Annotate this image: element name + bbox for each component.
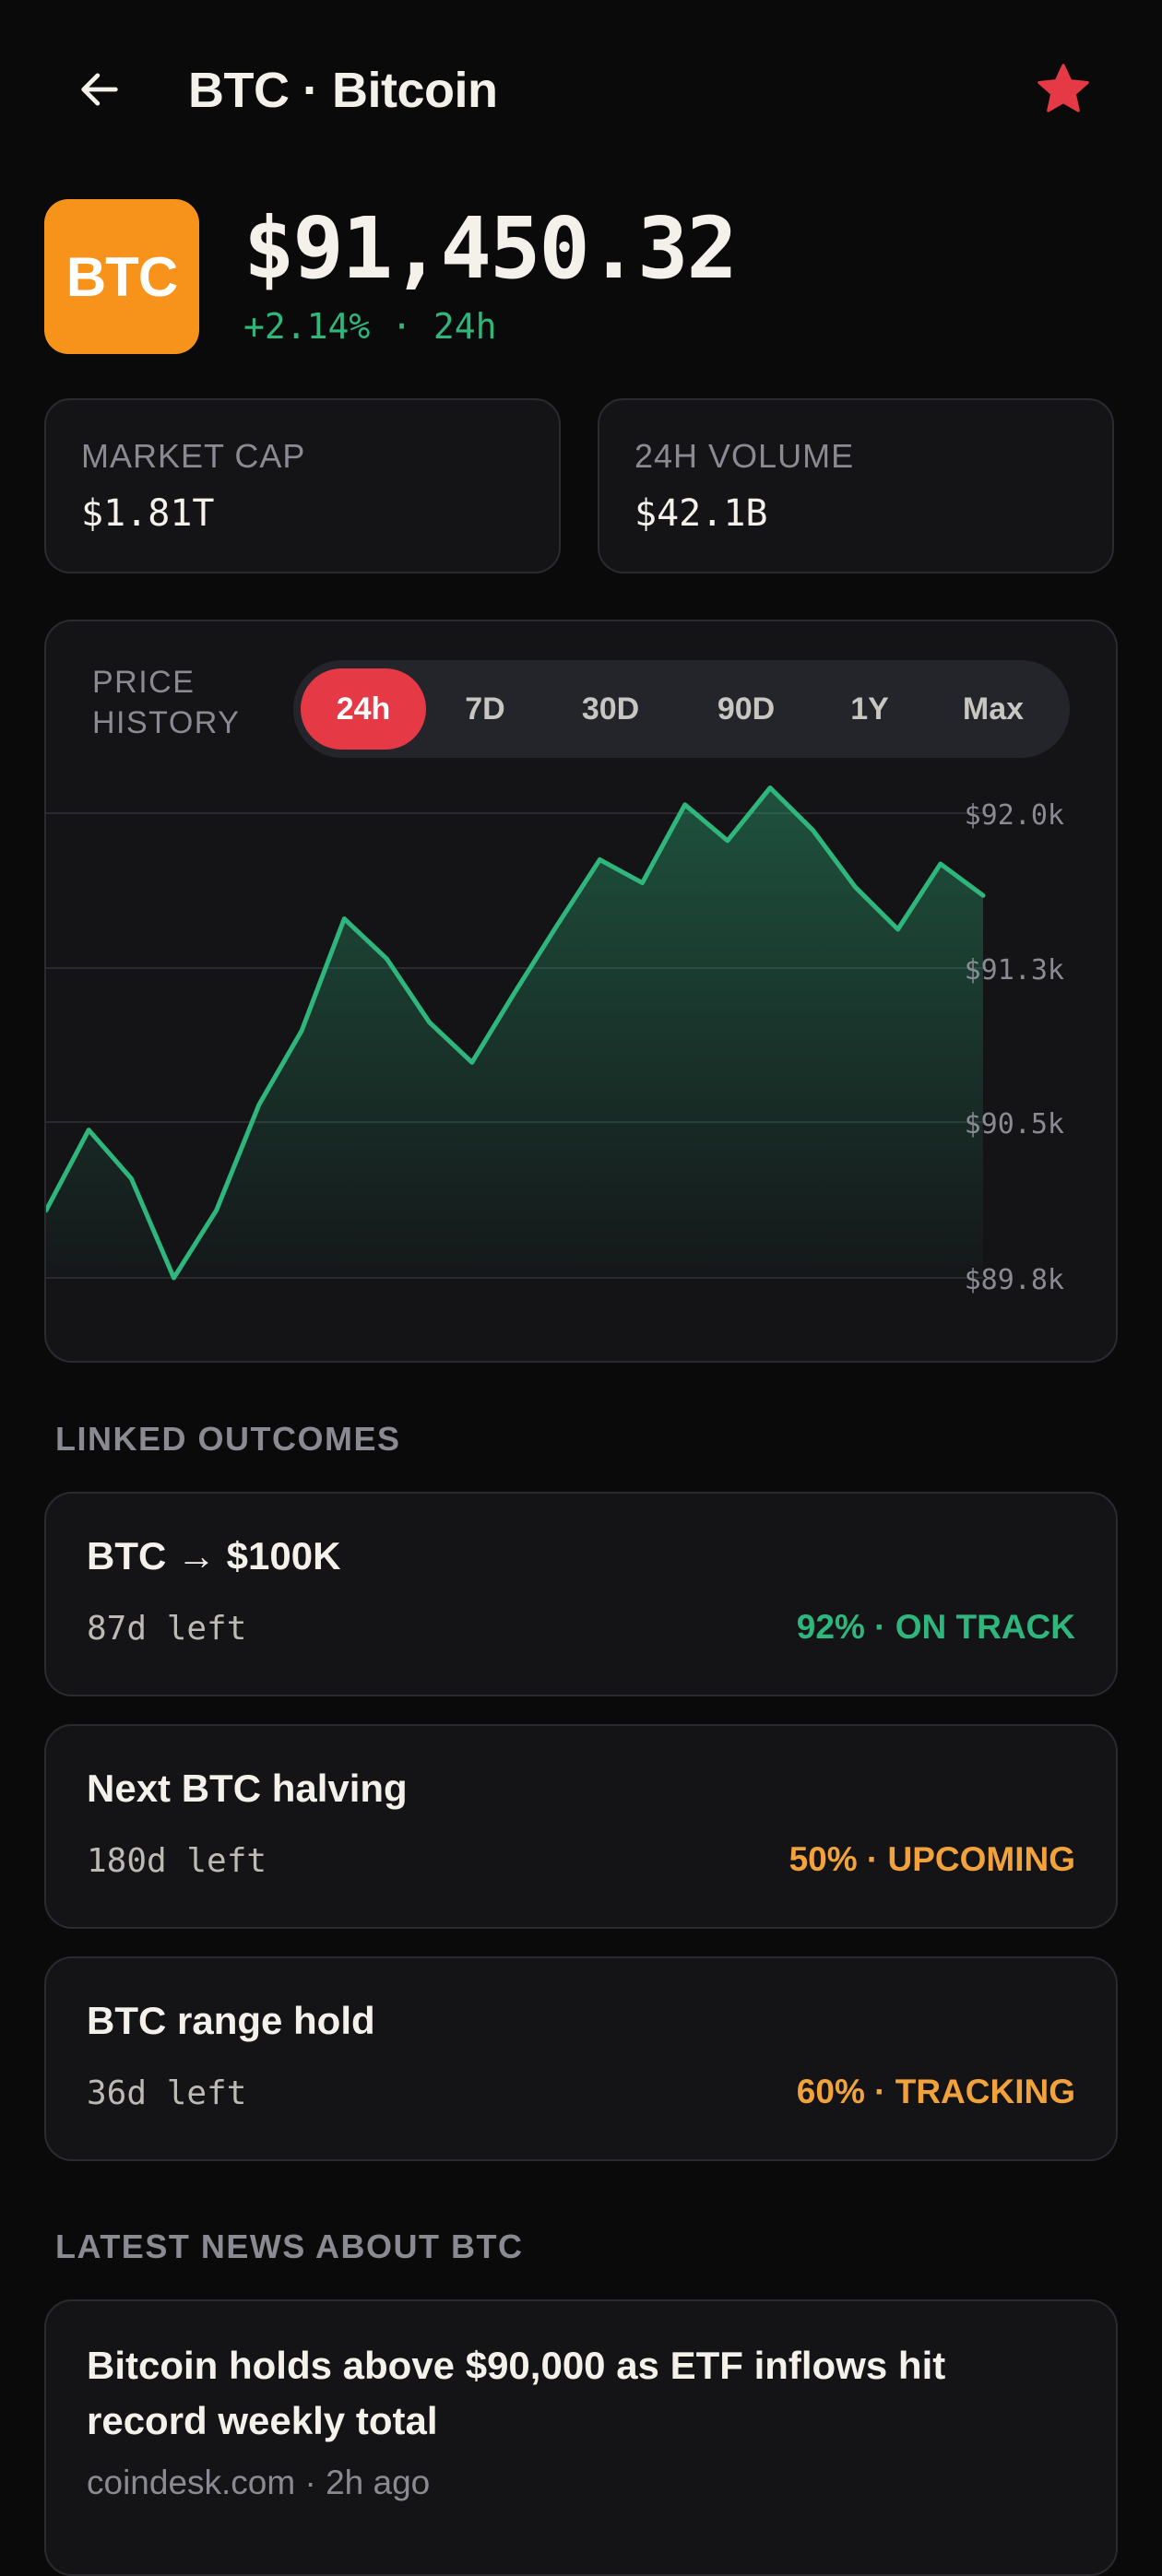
news-card[interactable]: Bitcoin holds above $90,000 as ETF inflo… bbox=[44, 2299, 1118, 2576]
page-title: BTC · Bitcoin bbox=[188, 63, 498, 118]
volume-card: 24H VOLUME $42.1B bbox=[598, 398, 1114, 573]
current-price: $91,450.32 bbox=[243, 199, 738, 298]
y-tick-label: $90.5k bbox=[965, 1108, 1064, 1140]
back-button[interactable] bbox=[65, 57, 135, 122]
news-meta: coindesk.com · 2h ago bbox=[87, 2464, 431, 2501]
tab-24h[interactable]: 24h bbox=[301, 668, 426, 750]
outcome-time-left: 87d left bbox=[87, 1610, 247, 1648]
tab-7d[interactable]: 7D bbox=[426, 668, 544, 750]
outcome-status: 50% · UPCOMING bbox=[788, 1840, 1075, 1878]
outcome-card[interactable]: Next BTC halving 180d left 50% · UPCOMIN… bbox=[44, 1724, 1118, 1929]
price-area bbox=[46, 787, 983, 1278]
star-icon bbox=[1038, 64, 1089, 112]
favorite-button[interactable] bbox=[1026, 57, 1101, 122]
outcome-name: Next BTC halving bbox=[87, 1767, 408, 1810]
top-bar: BTC · Bitcoin bbox=[0, 0, 1162, 175]
market-cap-value: $1.81T bbox=[81, 492, 215, 535]
tab-90d[interactable]: 90D bbox=[677, 668, 815, 750]
outcome-status: 92% · ON TRACK bbox=[796, 1608, 1075, 1646]
outcome-card[interactable]: BTC → $100K 87d left 92% · ON TRACK bbox=[44, 1492, 1118, 1696]
linked-outcomes-title: LINKED OUTCOMES bbox=[55, 1420, 401, 1458]
y-tick-label: $91.3k bbox=[965, 954, 1064, 987]
price-history-card: $92.0k $91.3k $90.5k $89.8k PRICE HISTORY 2… bbox=[44, 620, 1118, 1363]
outcome-time-left: 180d left bbox=[87, 1842, 267, 1880]
y-tick-label: $89.8k bbox=[965, 1264, 1064, 1296]
tab-1y[interactable]: 1Y bbox=[815, 668, 924, 750]
time-range-tabs: 24h 7D 30D 90D 1Y Max bbox=[293, 660, 1070, 758]
y-tick-label: $92.0k bbox=[965, 799, 1064, 832]
price-change: +2.14% · 24h bbox=[243, 306, 497, 347]
outcome-name: BTC → $100K bbox=[87, 1534, 341, 1578]
outcome-time-left: 36d left bbox=[87, 2074, 247, 2112]
latest-news-title: LATEST NEWS ABOUT BTC bbox=[55, 2227, 524, 2265]
outcome-name: BTC range hold bbox=[87, 1999, 375, 2042]
market-cap-card: MARKET CAP $1.81T bbox=[44, 398, 561, 573]
price-history-label: PRICE HISTORY bbox=[92, 665, 241, 740]
outcome-status: 60% · TRACKING bbox=[796, 2073, 1075, 2110]
tab-30d[interactable]: 30D bbox=[544, 668, 677, 750]
outcome-card[interactable]: BTC range hold 36d left 60% · TRACKING bbox=[44, 1956, 1118, 2161]
coin-logo: BTC bbox=[44, 199, 199, 354]
market-cap-label: MARKET CAP bbox=[81, 437, 306, 475]
tab-max[interactable]: Max bbox=[924, 668, 1062, 750]
volume-label: 24H VOLUME bbox=[634, 437, 855, 475]
news-headline: Bitcoin holds above $90,000 as ETF inflo… bbox=[87, 2344, 946, 2442]
arrow-left-icon bbox=[81, 73, 118, 106]
volume-value: $42.1B bbox=[634, 492, 768, 535]
